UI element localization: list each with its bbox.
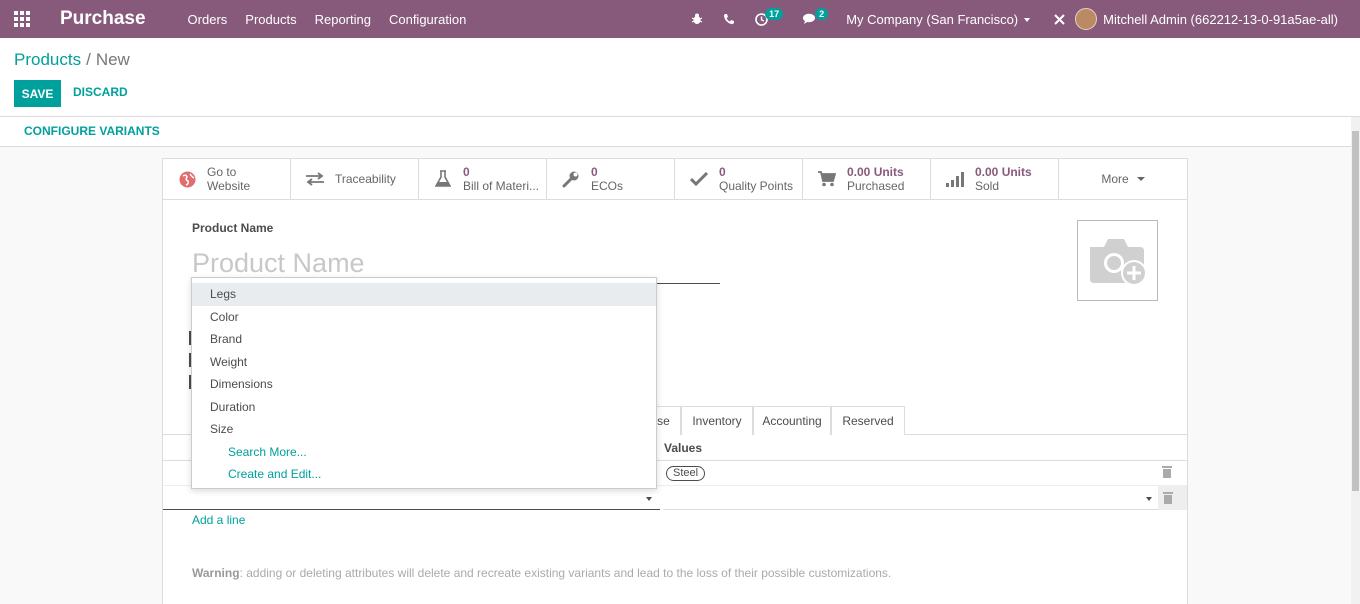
product-image-upload[interactable] (1077, 220, 1158, 301)
camera-add-icon (1089, 238, 1147, 286)
breadcrumb-separator: / (86, 50, 91, 69)
tab-reserved-label: Reserved (842, 414, 894, 428)
traceability-label: Traceability (335, 172, 396, 186)
row-delete-cell[interactable] (1158, 486, 1187, 510)
breadcrumb: Products / New (14, 50, 130, 70)
caret-down-icon (1136, 177, 1145, 181)
top-navbar: Purchase Orders Products Reporting Confi… (0, 0, 1360, 38)
tab-accounting-label: Accounting (762, 414, 822, 428)
values-column-header[interactable]: Values (664, 441, 702, 455)
activity-clock-icon[interactable]: 17 (755, 8, 784, 26)
ecos-button[interactable]: 0 ECOs (547, 159, 675, 199)
quality-points-button[interactable]: 0 Quality Points (675, 159, 803, 199)
breadcrumb-products[interactable]: Products (14, 50, 81, 69)
sold-button[interactable]: 0.00 Units Sold (931, 159, 1059, 199)
save-button[interactable]: SAVE (14, 80, 61, 107)
add-a-line-link[interactable]: Add a line (192, 513, 245, 527)
configure-variants-button[interactable]: CONFIGURE VARIANTS (24, 124, 160, 138)
close-x-icon[interactable] (1054, 13, 1065, 25)
trash-icon[interactable] (1163, 492, 1173, 504)
check-icon (689, 172, 709, 186)
warning-title: Warning (192, 566, 240, 580)
tab-accounting[interactable]: Accounting (753, 406, 831, 435)
messages-icon[interactable]: 2 (803, 8, 829, 25)
ecos-count: 0 (591, 165, 598, 179)
dropdown-item-weight[interactable]: Weight (192, 351, 656, 374)
purchased-units: 0.00 Units (847, 165, 904, 179)
go-to-website-label: Go to Website (207, 165, 251, 193)
cart-icon (817, 171, 837, 187)
tab-inventory-label: Inventory (692, 414, 742, 428)
menu-orders[interactable]: Orders (188, 12, 228, 27)
values-select-input[interactable] (663, 486, 1158, 510)
dropdown-item-dimensions[interactable]: Dimensions (192, 373, 656, 396)
messages-badge: 2 (815, 8, 829, 20)
menu-reporting[interactable]: Reporting (315, 12, 371, 27)
bom-label: Bill of Materi... (463, 179, 540, 193)
exchange-icon (305, 172, 325, 186)
flask-icon (433, 170, 453, 188)
smart-button-box: Go to Website Traceability 0 Bill of Mate… (163, 159, 1187, 200)
sold-units: 0.00 Units (975, 165, 1032, 179)
apps-menu-icon[interactable] (0, 0, 44, 38)
bug-icon[interactable] (691, 13, 703, 25)
avatar[interactable] (1075, 8, 1098, 30)
more-button[interactable]: More (1059, 159, 1187, 199)
tab-reserved[interactable]: Reserved (831, 406, 905, 435)
trash-icon[interactable] (1162, 466, 1172, 478)
quality-points-count: 0 (719, 165, 726, 179)
bill-of-materials-button[interactable]: 0 Bill of Materi... (419, 159, 547, 199)
discard-button[interactable]: DISCARD (73, 85, 128, 99)
search-more-link[interactable]: Search More... (192, 441, 656, 464)
create-and-edit-link[interactable]: Create and Edit... (192, 463, 656, 486)
quality-points-label: Quality Points (719, 179, 794, 193)
purchased-label: Purchased (847, 179, 905, 193)
caret-down-icon (1146, 497, 1152, 501)
menu-products[interactable]: Products (245, 12, 296, 27)
variants-warning: Warning: adding or deleting attributes w… (192, 566, 891, 580)
attribute-select-input[interactable] (163, 486, 660, 510)
dropdown-item-size[interactable]: Size (192, 418, 656, 441)
menu-configuration[interactable]: Configuration (389, 12, 466, 27)
tab-inventory[interactable]: Inventory (681, 406, 753, 435)
wrench-icon (561, 170, 581, 188)
phone-icon[interactable] (723, 13, 735, 25)
ecos-label: ECOs (591, 179, 624, 193)
warning-text: : adding or deleting attributes will del… (239, 566, 892, 580)
dropdown-item-legs[interactable]: Legs (192, 283, 656, 306)
caret-down-icon (1024, 18, 1031, 23)
dropdown-item-brand[interactable]: Brand (192, 328, 656, 351)
globe-icon (177, 171, 197, 188)
bom-count: 0 (463, 165, 470, 179)
user-menu[interactable]: Mitchell Admin (662212-13-0-91a5ae-all) (1103, 12, 1338, 27)
dropdown-item-duration[interactable]: Duration (192, 396, 656, 419)
systray: 17 2 My Company (San Francisco) Mitchell… (681, 0, 1360, 38)
dropdown-item-color[interactable]: Color (192, 306, 656, 329)
form-statusbar: CONFIGURE VARIANTS (0, 117, 1351, 147)
table-row-editing[interactable] (163, 486, 1187, 510)
attribute-autocomplete-dropdown: Legs Color Brand Weight Dimensions Durat… (191, 277, 657, 489)
signal-icon (945, 171, 965, 187)
purchased-button[interactable]: 0.00 Units Purchased (803, 159, 931, 199)
app-title[interactable]: Purchase (60, 8, 146, 30)
control-panel: Products / New SAVE DISCARD (0, 38, 1360, 117)
more-label: More (1101, 172, 1129, 186)
caret-down-icon (646, 497, 652, 501)
activity-badge: 17 (765, 8, 784, 20)
go-to-website-button[interactable]: Go to Website (163, 159, 291, 199)
traceability-button[interactable]: Traceability (291, 159, 419, 199)
scrollbar[interactable] (1351, 117, 1360, 604)
company-switcher[interactable]: My Company (San Francisco) (846, 11, 1031, 27)
main-menu: Orders Products Reporting Configuration (188, 12, 485, 27)
product-name-label: Product Name (192, 221, 274, 235)
company-name: My Company (San Francisco) (846, 11, 1019, 27)
value-tag[interactable]: Steel (666, 466, 706, 481)
sold-label: Sold (975, 179, 1000, 193)
breadcrumb-current: New (95, 50, 130, 69)
scrollbar-thumb[interactable] (1352, 131, 1359, 491)
